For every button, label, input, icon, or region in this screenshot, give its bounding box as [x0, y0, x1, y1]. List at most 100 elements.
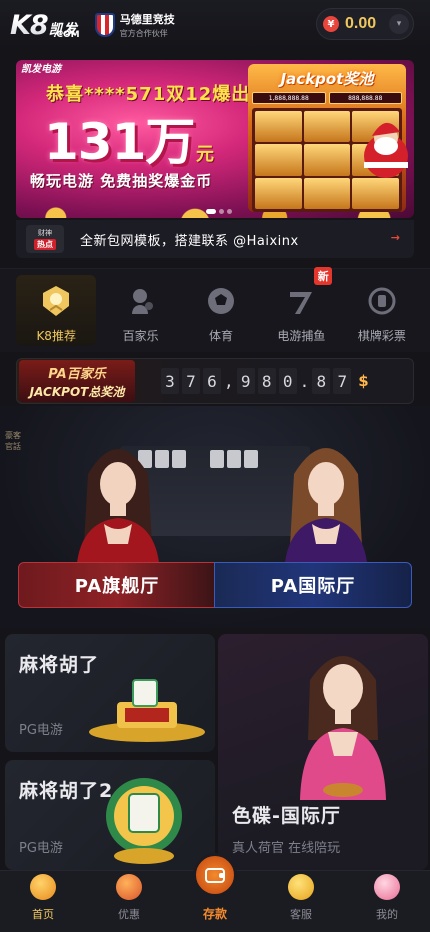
banner-tagline: 畅玩电游 免费抽奖爆金币 — [30, 172, 213, 190]
new-badge: 新 — [314, 267, 333, 285]
jackpot-digit: 7 — [182, 368, 200, 394]
nav-label: 我的 — [376, 908, 398, 921]
banner-jackpot-value: 1,888,888.88 — [252, 92, 326, 104]
game-provider: 真人荷官 在线陪玩 — [232, 841, 341, 856]
atletico-crest-icon — [94, 13, 115, 37]
banner-amount-unit: 元 — [196, 144, 214, 165]
hot-news-badge-top: 财神 — [38, 229, 52, 237]
jackpot-separator: , — [224, 371, 234, 391]
game-title: 麻将胡了 — [19, 654, 100, 676]
slot-777-icon — [283, 283, 319, 319]
game-card-mahjong-ways-2[interactable]: 麻将胡了2 PG电游 — [5, 760, 215, 870]
pagination-dot[interactable] — [227, 209, 232, 214]
partner-name: 马德里竞技 — [119, 13, 175, 26]
game-title: 色碟-国际厅 — [232, 805, 341, 827]
balance-amount: 0.00 — [345, 15, 377, 32]
dealer-left-illustration — [76, 449, 160, 574]
jackpot-digit: 8 — [257, 368, 276, 394]
jackpot-digit: 3 — [161, 368, 179, 394]
nav-label: 客服 — [290, 908, 312, 921]
nav-label: 优惠 — [118, 908, 140, 921]
promo-banner[interactable]: 凯发电游 恭喜****571双12爆出 131万 元 畅玩电游 免费抽奖爆金币 … — [16, 60, 414, 218]
gift-icon — [116, 874, 142, 900]
medal-icon — [38, 283, 74, 319]
jackpot-digit: 7 — [333, 368, 352, 394]
banner-jackpot-value: 888,888.88 — [328, 92, 402, 104]
mahjong-tiles-illustration — [89, 679, 205, 742]
tab-label: K8推荐 — [36, 329, 76, 343]
tab-slots-fishing[interactable]: 新 电游捕鱼 — [261, 267, 341, 352]
live-side-label: 豪客 官話 — [5, 431, 21, 451]
arrow-right-icon[interactable]: → — [391, 231, 400, 244]
nav-home[interactable]: 首页 — [0, 871, 86, 932]
app-root: K8 凯发 .COM 马德里竞技 官方合作伙伴 ¥ 0.00 ▾ 凯发电游 恭喜… — [0, 0, 430, 932]
jackpot-label-line1: PA百家乐 — [48, 366, 106, 382]
pagination-dot[interactable] — [206, 209, 216, 214]
jackpot-digit: 9 — [236, 368, 255, 394]
banner-amount: 131万 — [44, 113, 195, 171]
tab-label: 体育 — [209, 329, 234, 343]
game-title: 麻将胡了2 — [19, 780, 114, 802]
nav-profile[interactable]: 我的 — [344, 871, 430, 932]
balance-widget[interactable]: ¥ 0.00 ▾ — [316, 8, 414, 40]
nav-promotions[interactable]: 优惠 — [86, 871, 172, 932]
banner-brand: 凯发电游 — [21, 64, 61, 75]
jackpot-counter: 3 7 6 , 9 8 0 . 8 7 $ — [161, 368, 369, 394]
announcement-bar[interactable]: 财神 热点 全新包网模板，搭建联系 @Haixinx → — [16, 220, 414, 258]
jackpot-label: PA百家乐 JACKPOT总奖池 — [19, 360, 135, 402]
tab-chess-lottery[interactable]: 棋牌彩票 — [342, 269, 422, 352]
profile-icon — [374, 874, 400, 900]
jackpot-digit: 0 — [278, 368, 297, 394]
lottery-icon — [364, 283, 400, 319]
tab-label: 棋牌彩票 — [357, 329, 406, 343]
jackpot-digit: 8 — [312, 368, 331, 394]
dealer-right-illustration — [284, 448, 368, 574]
hot-news-badge-bottom: 热点 — [34, 239, 56, 250]
pa-jackpot-ticker[interactable]: PA百家乐 JACKPOT总奖池 3 7 6 , 9 8 0 . 8 7 $ — [16, 358, 414, 404]
tab-k8-recommend[interactable]: K8推荐 — [16, 275, 97, 346]
jackpot-currency: $ — [358, 372, 369, 390]
game-provider: PG电游 — [19, 841, 63, 856]
pa-international-hall-button[interactable]: PA国际厅 — [214, 562, 412, 608]
mahjong-2-illustration — [106, 778, 182, 864]
category-nav: K8推荐 百家乐 体育 新 电游捕鱼 棋牌彩票 — [0, 267, 430, 352]
nav-label: 存款 — [202, 907, 227, 921]
partner-subtitle: 官方合作伙伴 — [119, 29, 168, 38]
tab-sports[interactable]: 体育 — [181, 269, 261, 352]
banner-pagination — [206, 209, 232, 214]
hot-news-badge: 财神 热点 — [26, 225, 64, 253]
host-illustration — [300, 656, 386, 800]
santa-illustration — [364, 122, 408, 178]
jackpot-label-line2: JACKPOT总奖池 — [29, 384, 125, 399]
game-card-sedie-international[interactable]: 色碟-国际厅 真人荷官 在线陪玩 — [218, 634, 428, 870]
jackpot-digit: 6 — [203, 368, 221, 394]
live-casino-section: 豪客 官話 PA旗舰厅 PA国际厅 — [0, 406, 430, 628]
announcement-text: 全新包网模板，搭建联系 @Haixinx — [80, 233, 299, 249]
wallet-icon — [205, 867, 225, 883]
balance-dropdown-button[interactable]: ▾ — [389, 14, 409, 34]
soccer-ball-icon — [203, 283, 239, 319]
pagination-dot[interactable] — [219, 209, 224, 214]
hall-label: PA国际厅 — [270, 576, 356, 597]
yen-currency-icon: ¥ — [323, 16, 339, 32]
partner-badge: 马德里竞技 官方合作伙伴 — [94, 11, 175, 39]
nav-support[interactable]: 客服 — [258, 871, 344, 932]
logo-main-text: K8 — [10, 9, 49, 41]
tab-label: 电游捕鱼 — [277, 329, 326, 343]
game-provider: PG电游 — [19, 723, 63, 738]
home-icon — [30, 874, 56, 900]
nav-deposit[interactable]: 存款 — [172, 853, 258, 932]
support-icon — [288, 874, 314, 900]
baccarat-icon — [123, 283, 159, 319]
tab-baccarat[interactable]: 百家乐 — [100, 269, 180, 352]
logo-domain-text: .COM — [53, 30, 80, 40]
game-card-mahjong-ways[interactable]: 麻将胡了 PG电游 — [5, 634, 215, 752]
jackpot-separator: . — [299, 371, 310, 391]
nav-label: 首页 — [32, 908, 54, 921]
hall-label: PA旗舰厅 — [74, 576, 160, 597]
tab-label: 百家乐 — [122, 329, 159, 343]
top-header: K8 凯发 .COM 马德里竞技 官方合作伙伴 ¥ 0.00 ▾ — [0, 0, 430, 50]
banner-jackpot-title: Jackpot奖池 — [280, 70, 374, 88]
bottom-nav: 首页 优惠 存款 客服 我的 — [0, 853, 430, 932]
pa-flagship-hall-button[interactable]: PA旗舰厅 — [18, 562, 216, 608]
